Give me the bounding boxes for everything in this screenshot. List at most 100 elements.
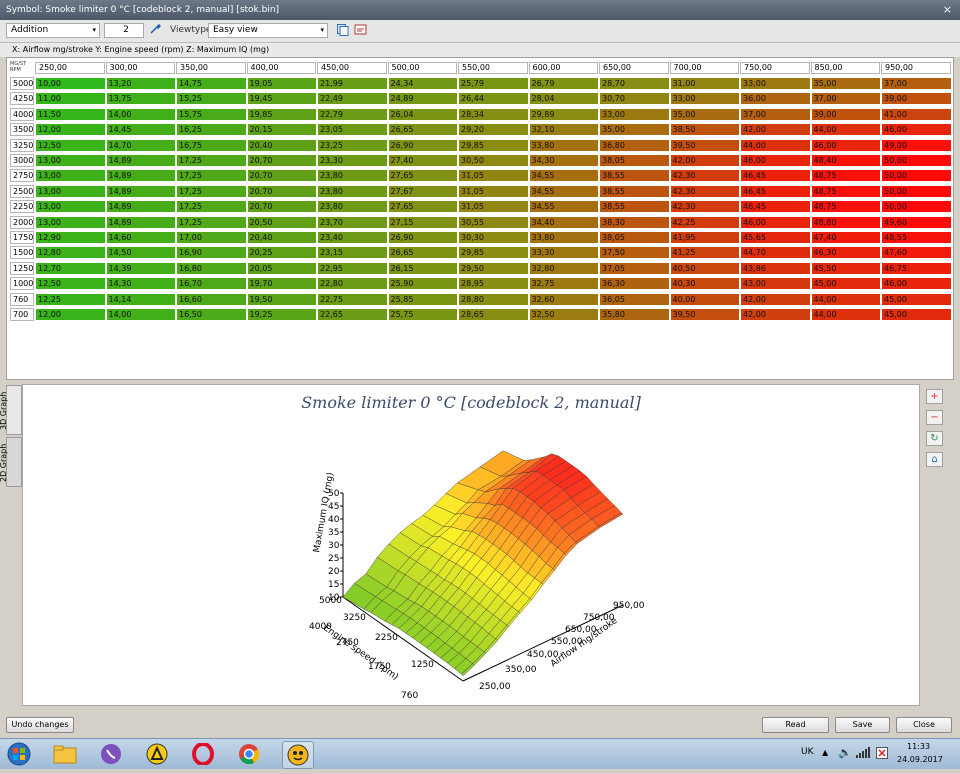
viber-icon[interactable] bbox=[96, 741, 126, 767]
table-cell[interactable]: 17,25 bbox=[176, 154, 247, 167]
table-cell[interactable]: 44,70 bbox=[740, 246, 811, 260]
table-cell[interactable]: 31,05 bbox=[458, 200, 529, 214]
table-cell[interactable]: 37,00 bbox=[881, 77, 952, 90]
table-cell[interactable]: 38,05 bbox=[599, 154, 670, 167]
table-cell[interactable]: 25,90 bbox=[387, 277, 458, 291]
table-cell[interactable]: 39,50 bbox=[669, 138, 740, 152]
table-cell[interactable]: 28,34 bbox=[458, 107, 529, 121]
table-cell[interactable]: 42,30 bbox=[669, 169, 740, 183]
row-header[interactable]: 2750 bbox=[10, 169, 34, 183]
table-cell[interactable]: 23,80 bbox=[317, 184, 388, 198]
table-cell[interactable]: 42,00 bbox=[740, 292, 811, 306]
table-cell[interactable]: 32,80 bbox=[528, 261, 599, 275]
chrome-icon[interactable] bbox=[234, 741, 264, 767]
table-cell[interactable]: 46,00 bbox=[740, 215, 811, 229]
operand-input[interactable]: 2 bbox=[104, 23, 144, 38]
table-cell[interactable]: 40,00 bbox=[669, 292, 740, 306]
table-cell[interactable]: 46,00 bbox=[740, 154, 811, 167]
row-header[interactable]: 3500 bbox=[10, 123, 34, 137]
table-cell[interactable]: 35,00 bbox=[599, 123, 670, 137]
table-cell[interactable]: 40,50 bbox=[669, 261, 740, 275]
table-cell[interactable]: 14,89 bbox=[105, 169, 176, 183]
table-cell[interactable]: 34,55 bbox=[528, 184, 599, 198]
table-cell[interactable]: 20,70 bbox=[246, 184, 317, 198]
show-hidden-icons-icon[interactable]: ▲ bbox=[822, 748, 828, 757]
table-cell[interactable]: 26,15 bbox=[387, 261, 458, 275]
table-cell[interactable]: 46,00 bbox=[810, 138, 881, 152]
table-cell[interactable]: 43,00 bbox=[740, 277, 811, 291]
table-cell[interactable]: 36,30 bbox=[599, 277, 670, 291]
table-cell[interactable]: 47,60 bbox=[881, 246, 952, 260]
map-table[interactable]: MG/ST RPM 250,00 300,00 350,00 400,00 450,00… bbox=[6, 57, 954, 380]
table-cell[interactable]: 30,50 bbox=[458, 154, 529, 167]
column-header[interactable]: 450,00 bbox=[317, 62, 387, 74]
read-button[interactable]: Read bbox=[762, 717, 829, 733]
table-cell[interactable]: 44,00 bbox=[740, 138, 811, 152]
table-cell[interactable]: 41,95 bbox=[669, 231, 740, 244]
table-cell[interactable]: 23,30 bbox=[317, 154, 388, 167]
table-cell[interactable]: 16,50 bbox=[176, 308, 247, 321]
table-cell[interactable]: 33,30 bbox=[528, 246, 599, 260]
table-cell[interactable]: 24,89 bbox=[387, 92, 458, 106]
table-cell[interactable]: 32,50 bbox=[528, 308, 599, 321]
table-cell[interactable]: 46,45 bbox=[740, 184, 811, 198]
table-cell[interactable]: 14,75 bbox=[176, 77, 247, 90]
table-cell[interactable]: 43,86 bbox=[740, 261, 811, 275]
table-cell[interactable]: 30,30 bbox=[458, 231, 529, 244]
column-header[interactable]: 750,00 bbox=[740, 62, 810, 74]
table-cell[interactable]: 13,75 bbox=[105, 92, 176, 106]
table-cell[interactable]: 16,75 bbox=[176, 138, 247, 152]
table-cell[interactable]: 28,04 bbox=[528, 92, 599, 106]
table-cell[interactable]: 38,55 bbox=[599, 169, 670, 183]
table-cell[interactable]: 37,50 bbox=[599, 246, 670, 260]
table-cell[interactable]: 14,00 bbox=[105, 308, 176, 321]
table-cell[interactable]: 20,40 bbox=[246, 231, 317, 244]
table-cell[interactable]: 38,50 bbox=[669, 123, 740, 137]
column-header[interactable]: 350,00 bbox=[176, 62, 246, 74]
table-cell[interactable]: 34,30 bbox=[528, 154, 599, 167]
table-cell[interactable]: 46,45 bbox=[740, 169, 811, 183]
zoom-out-icon[interactable]: − bbox=[926, 410, 943, 425]
table-cell[interactable]: 14,14 bbox=[105, 292, 176, 306]
column-header[interactable]: 250,00 bbox=[35, 62, 105, 74]
table-cell[interactable]: 26,44 bbox=[458, 92, 529, 106]
table-cell[interactable]: 33,80 bbox=[528, 138, 599, 152]
table-cell[interactable]: 33,00 bbox=[740, 77, 811, 90]
table-cell[interactable]: 29,85 bbox=[458, 138, 529, 152]
action-center-icon[interactable] bbox=[876, 747, 888, 762]
table-cell[interactable]: 27,40 bbox=[387, 154, 458, 167]
table-cell[interactable]: 23,80 bbox=[317, 200, 388, 214]
table-cell[interactable]: 37,00 bbox=[810, 92, 881, 106]
table-cell[interactable]: 26,65 bbox=[387, 123, 458, 137]
undo-changes-button[interactable]: Undo changes bbox=[6, 717, 74, 733]
table-cell[interactable]: 26,90 bbox=[387, 138, 458, 152]
table-cell[interactable]: 38,05 bbox=[599, 231, 670, 244]
table-cell[interactable]: 31,05 bbox=[458, 184, 529, 198]
tab-2d-graph[interactable]: 2D Graph bbox=[0, 437, 22, 487]
table-cell[interactable]: 34,55 bbox=[528, 169, 599, 183]
table-cell[interactable]: 29,50 bbox=[458, 261, 529, 275]
table-cell[interactable]: 35,80 bbox=[599, 308, 670, 321]
table-cell[interactable]: 38,30 bbox=[599, 215, 670, 229]
table-cell[interactable]: 31,05 bbox=[458, 169, 529, 183]
table-cell[interactable]: 33,00 bbox=[599, 107, 670, 121]
table-cell[interactable]: 14,89 bbox=[105, 200, 176, 214]
explorer-icon[interactable] bbox=[50, 741, 80, 767]
close-button[interactable]: Close bbox=[896, 717, 952, 733]
table-cell[interactable]: 39,00 bbox=[881, 92, 952, 106]
table-cell[interactable]: 23,70 bbox=[317, 215, 388, 229]
table-cell[interactable]: 28,80 bbox=[458, 292, 529, 306]
compare-icon[interactable] bbox=[352, 23, 368, 38]
table-cell[interactable]: 22,95 bbox=[317, 261, 388, 275]
table-cell[interactable]: 22,65 bbox=[317, 308, 388, 321]
table-cell[interactable]: 46,30 bbox=[810, 246, 881, 260]
table-cell[interactable]: 20,15 bbox=[246, 123, 317, 137]
column-header[interactable]: 650,00 bbox=[599, 62, 669, 74]
column-header[interactable]: 950,00 bbox=[881, 62, 951, 74]
table-cell[interactable]: 42,00 bbox=[669, 154, 740, 167]
table-cell[interactable]: 42,30 bbox=[669, 200, 740, 214]
table-cell[interactable]: 15,75 bbox=[176, 107, 247, 121]
table-cell[interactable]: 17,00 bbox=[176, 231, 247, 244]
table-cell[interactable]: 37,00 bbox=[740, 107, 811, 121]
row-header[interactable]: 1500 bbox=[10, 246, 34, 260]
